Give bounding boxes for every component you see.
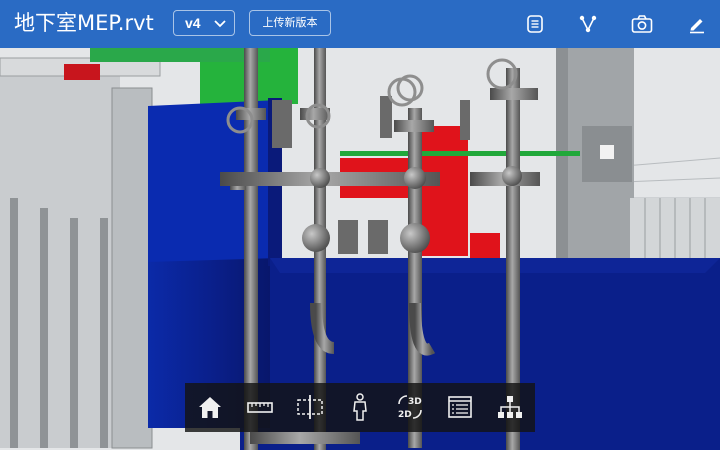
home-button[interactable] bbox=[195, 392, 225, 422]
camera-icon[interactable] bbox=[631, 14, 653, 34]
home-icon bbox=[199, 397, 221, 418]
upload-new-version-button[interactable]: 上传新版本 bbox=[249, 10, 331, 36]
3d-2d-toggle-icon: 3D 2D bbox=[398, 395, 422, 420]
viewer-toolbar: 3D 2D bbox=[185, 383, 535, 432]
model-tree-icon bbox=[498, 396, 522, 418]
list-icon[interactable] bbox=[525, 14, 545, 34]
app-header: 地下室MEP.rvt v4 上传新版本 bbox=[0, 0, 720, 48]
version-select[interactable]: v4 bbox=[173, 10, 235, 36]
chevron-down-icon bbox=[214, 20, 226, 28]
measure-button[interactable] bbox=[245, 392, 275, 422]
version-value: v4 bbox=[185, 15, 201, 31]
measure-icon bbox=[247, 402, 273, 413]
properties-icon bbox=[448, 396, 472, 418]
graph-icon[interactable] bbox=[578, 14, 598, 34]
first-person-button[interactable] bbox=[345, 392, 375, 422]
3d-model-viewport[interactable]: 3D 2D bbox=[0, 48, 720, 450]
toggle-label-2d: 2D bbox=[398, 410, 412, 420]
first-person-icon bbox=[353, 393, 367, 421]
model-tree-button[interactable] bbox=[495, 392, 525, 422]
edit-icon[interactable] bbox=[687, 14, 707, 34]
properties-button[interactable] bbox=[445, 392, 475, 422]
toggle-label-3d: 3D bbox=[408, 397, 422, 407]
3d-2d-toggle-button[interactable]: 3D 2D bbox=[395, 392, 425, 422]
file-title: 地下室MEP.rvt bbox=[14, 11, 154, 35]
section-icon bbox=[297, 395, 323, 419]
section-button[interactable] bbox=[295, 392, 325, 422]
